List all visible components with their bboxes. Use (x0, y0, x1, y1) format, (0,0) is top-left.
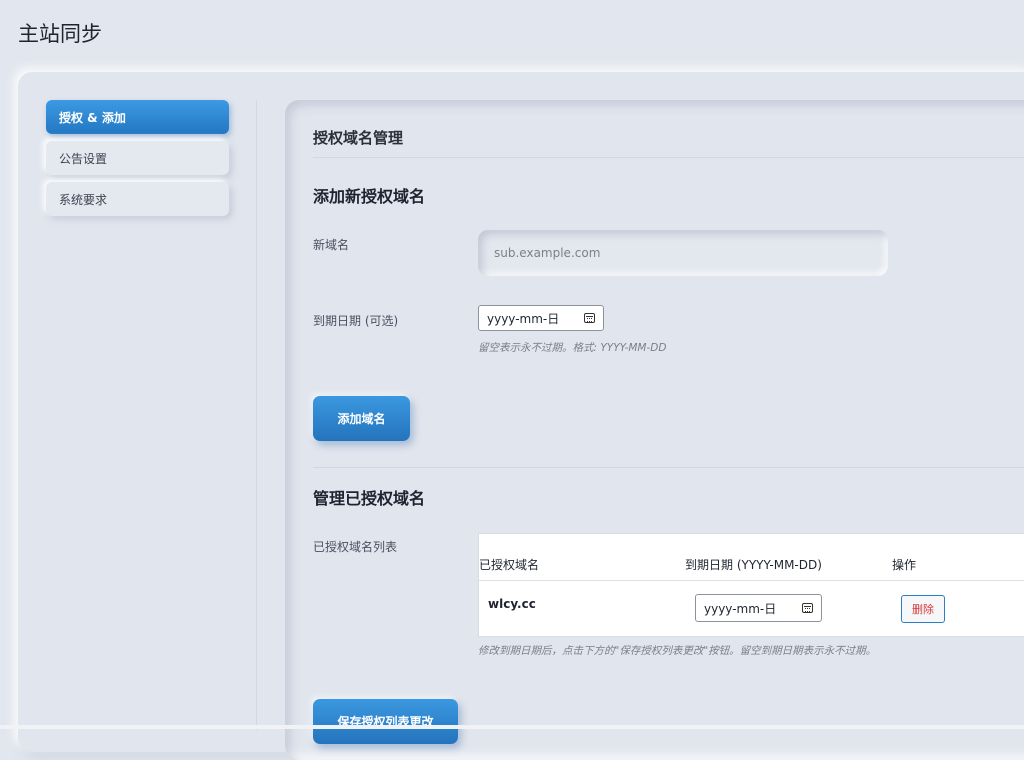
row-expiry-date-input[interactable]: yyyy-mm-日 (695, 594, 822, 622)
save-list-button[interactable]: 保存授权列表更改 (313, 699, 458, 744)
window-bottom-edge (0, 725, 1024, 729)
calendar-icon[interactable] (584, 313, 595, 323)
column-header-expiry: 到期日期 (YYYY-MM-DD) (685, 558, 822, 572)
section-heading: 授权域名管理 (313, 129, 404, 147)
sidebar-item-label: 公告设置 (59, 151, 108, 166)
column-header-domain: 已授权域名 (479, 558, 540, 572)
domain-list-label: 已授权域名列表 (313, 540, 398, 554)
page-title: 主站同步 (18, 22, 102, 46)
table-header-divider (479, 580, 1024, 581)
add-domain-button[interactable]: 添加域名 (313, 396, 410, 441)
manage-domains-title: 管理已授权域名 (313, 489, 426, 508)
expiry-date-label: 到期日期 (可选) (313, 314, 399, 328)
expiry-hint: 留空表示永不过期。格式: YYYY-MM-DD (478, 342, 667, 354)
divider (313, 157, 1024, 158)
column-header-action: 操作 (892, 558, 917, 572)
domains-table: 已授权域名 到期日期 (YYYY-MM-DD) 操作 wlcy.cc yyyy-… (478, 533, 1024, 637)
sidebar-item-label: 授权 & 添加 (59, 110, 126, 125)
calendar-icon[interactable] (802, 603, 813, 613)
divider (313, 467, 1024, 468)
sidebar-item-announcements[interactable]: 公告设置 (46, 141, 229, 175)
sidebar-item-auth-add[interactable]: 授权 & 添加 (46, 100, 229, 134)
add-domain-title: 添加新授权域名 (313, 187, 426, 206)
date-value: yyyy-mm-日 (704, 601, 777, 616)
domain-cell: wlcy.cc (488, 597, 536, 611)
new-domain-label: 新域名 (313, 238, 350, 252)
table-hint: 修改到期日期后，点击下方的"保存授权列表更改"按钮。留空到期日期表示永不过期。 (478, 645, 877, 657)
sidebar: 授权 & 添加 公告设置 系统要求 (46, 100, 229, 223)
delete-button[interactable]: 删除 (901, 595, 945, 623)
expiry-date-input[interactable]: yyyy-mm-日 (478, 305, 604, 331)
sidebar-item-label: 系统要求 (59, 192, 108, 207)
sidebar-item-system-requirements[interactable]: 系统要求 (46, 182, 229, 216)
new-domain-input[interactable] (478, 230, 888, 276)
date-value: yyyy-mm-日 (487, 311, 560, 326)
sidebar-divider (256, 100, 257, 730)
